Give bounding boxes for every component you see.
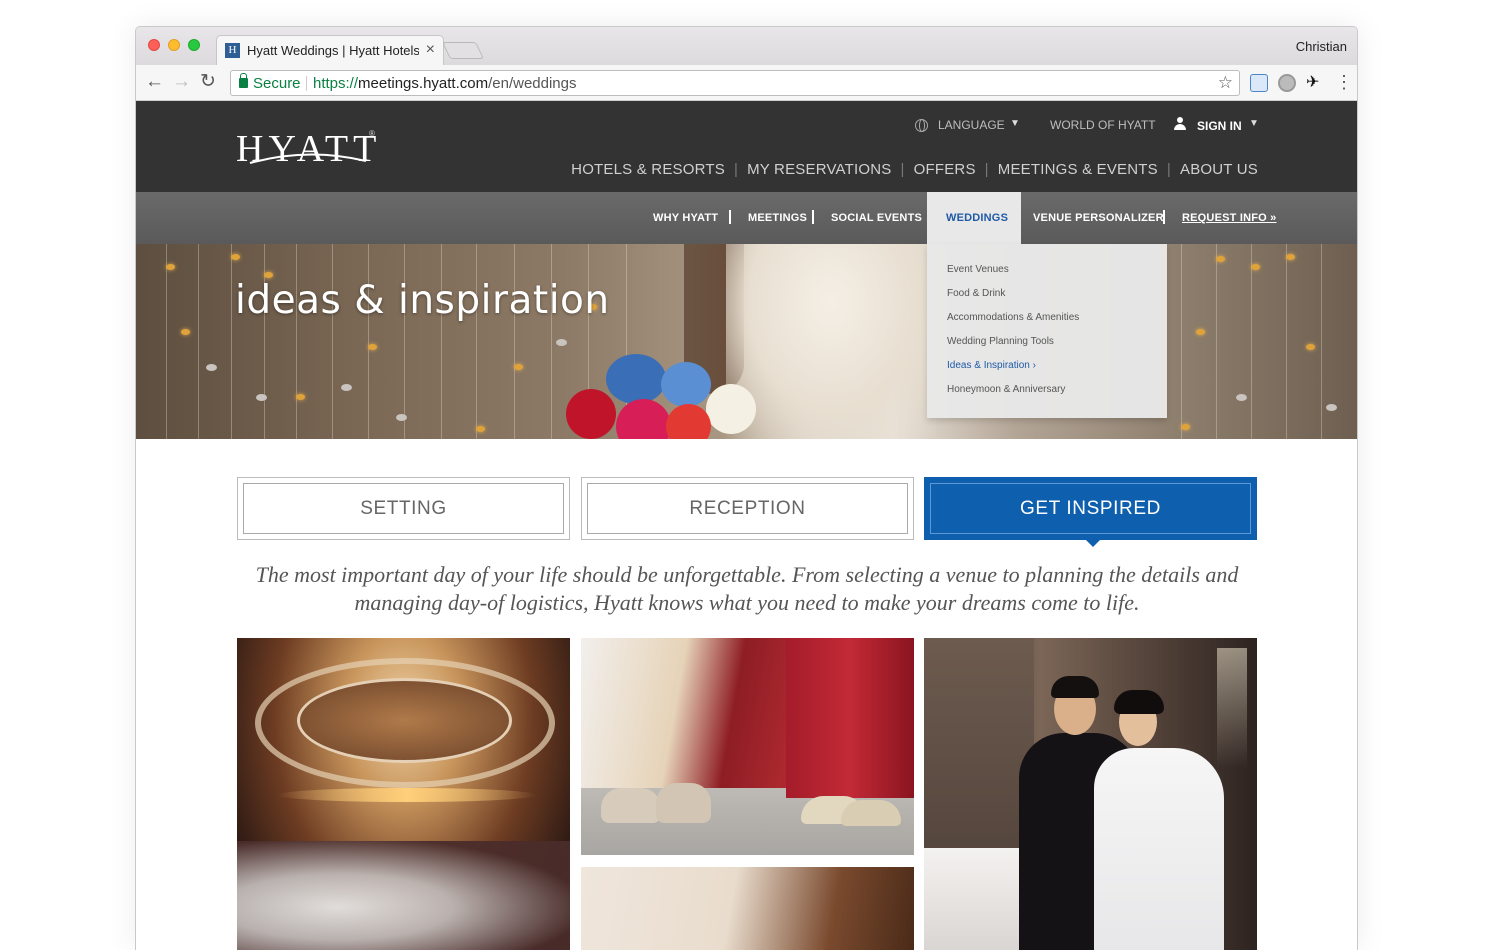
intro-text: The most important day of your life shou… <box>255 562 1239 615</box>
registered-mark: ® <box>369 129 375 138</box>
subnav-weddings-active[interactable]: WEDDINGS <box>927 192 1021 244</box>
dropdown-item-planning-tools[interactable]: Wedding Planning Tools <box>947 336 1167 360</box>
url-path: /en/weddings <box>488 75 577 92</box>
user-icon <box>1174 117 1186 130</box>
nav-divider: | <box>1166 161 1171 178</box>
url-host: meetings.hyatt.com <box>358 75 489 92</box>
dropdown-item-honeymoon[interactable]: Honeymoon & Anniversary <box>947 384 1167 408</box>
hero-banner: ideas & inspiration <box>136 244 1357 439</box>
tab-setting[interactable]: SETTING <box>237 477 570 540</box>
browser-menu-icon[interactable]: ⋮ <box>1335 72 1353 92</box>
hero-bouquet <box>566 344 756 439</box>
nav-offers[interactable]: OFFERS <box>914 161 976 178</box>
extension-icon[interactable]: ✈ <box>1306 74 1319 92</box>
bride-photo[interactable] <box>581 867 914 950</box>
reload-icon[interactable]: ↻ <box>200 71 216 93</box>
lock-icon <box>239 73 248 88</box>
url-scheme: https:// <box>313 75 359 92</box>
address-bar[interactable]: Secure https://meetings.hyatt.com/en/wed… <box>230 70 1240 96</box>
sub-nav: WHY HYATT MEETINGS SOCIAL EVENTS WEDDING… <box>136 192 1357 244</box>
dropdown-item-accommodations[interactable]: Accommodations & Amenities <box>947 312 1167 336</box>
bookmark-star-icon[interactable]: ☆ <box>1218 73 1233 93</box>
main-nav: HOTELS & RESORTS | MY RESERVATIONS | OFFERS |… <box>571 161 1258 178</box>
minimize-window-button[interactable] <box>168 39 180 51</box>
tab-reception-label: RECEPTION <box>587 483 908 534</box>
couple-photo[interactable] <box>924 638 1257 950</box>
tab-title: Hyatt Weddings | Hyatt Hotels <box>247 43 419 58</box>
subnav-social-events[interactable]: SOCIAL EVENTS <box>831 212 922 224</box>
tab-get-inspired[interactable]: GET INSPIRED <box>924 477 1257 547</box>
language-selector[interactable]: LANGUAGE <box>938 118 1005 132</box>
browser-tab-bar: H Hyatt Weddings | Hyatt Hotels × Christ… <box>136 27 1357 65</box>
nav-divider: | <box>733 161 739 178</box>
world-of-hyatt-link[interactable]: WORLD OF HYATT <box>1050 118 1156 132</box>
hyatt-favicon-icon: H <box>225 43 240 58</box>
browser-tab[interactable]: H Hyatt Weddings | Hyatt Hotels × <box>216 35 444 65</box>
hero-title: ideas & inspiration <box>235 278 610 323</box>
zoom-window-button[interactable] <box>188 39 200 51</box>
tab-reception[interactable]: RECEPTION <box>581 477 914 540</box>
dropdown-item-event-venues[interactable]: Event Venues <box>947 264 1167 288</box>
subnav-meetings[interactable]: MEETINGS <box>748 212 807 224</box>
sign-in-link[interactable]: SIGN IN <box>1197 119 1242 133</box>
subnav-request-info[interactable]: REQUEST INFO » <box>1182 212 1276 224</box>
address-separator <box>306 76 307 91</box>
subnav-why-hyatt[interactable]: WHY HYATT <box>653 212 718 224</box>
subnav-weddings[interactable]: WEDDINGS <box>946 212 1008 224</box>
globe-icon <box>915 119 928 132</box>
subnav-divider <box>729 210 731 224</box>
logo-swoosh-icon <box>249 153 367 164</box>
back-arrow-icon[interactable]: ← <box>145 71 164 93</box>
extension-icon[interactable] <box>1250 74 1268 92</box>
tab-get-inspired-label: GET INSPIRED <box>930 483 1251 534</box>
nav-divider: | <box>984 161 989 178</box>
extension-icon[interactable] <box>1278 74 1296 92</box>
profile-name[interactable]: Christian <box>1296 39 1347 54</box>
close-window-button[interactable] <box>148 39 160 51</box>
site-header: HYATT ® LANGUAGE ▼ WORLD OF HYATT SIGN I… <box>136 101 1357 192</box>
new-tab-button[interactable] <box>442 42 484 59</box>
hero-dress <box>726 244 936 439</box>
dropdown-item-food-drink[interactable]: Food & Drink <box>947 288 1167 312</box>
subnav-divider <box>1163 210 1165 224</box>
url-text[interactable]: https://meetings.hyatt.com/en/weddings <box>313 75 577 92</box>
nav-my-reservations[interactable]: MY RESERVATIONS <box>747 161 891 178</box>
wedding-shoes-photo[interactable] <box>581 638 914 855</box>
forward-arrow-icon[interactable]: → <box>172 71 191 93</box>
nav-divider: | <box>900 161 905 178</box>
nav-hotels-resorts[interactable]: HOTELS & RESORTS <box>571 161 725 178</box>
dropdown-item-ideas-inspiration[interactable]: Ideas & Inspiration › <box>947 360 1167 384</box>
caret-down-icon[interactable]: ▼ <box>1249 118 1259 129</box>
secure-label: Secure <box>253 75 301 92</box>
browser-window: H Hyatt Weddings | Hyatt Hotels × Christ… <box>135 26 1358 950</box>
caret-down-icon[interactable]: ▼ <box>1010 118 1020 129</box>
ballroom-photo[interactable] <box>237 638 570 950</box>
nav-meetings-events[interactable]: MEETINGS & EVENTS <box>998 161 1158 178</box>
subnav-venue-personalizer[interactable]: VENUE PERSONALIZER <box>1033 212 1164 224</box>
browser-toolbar: ← → ↻ Secure https://meetings.hyatt.com/… <box>136 65 1357 101</box>
weddings-dropdown-menu: Event Venues Food & Drink Accommodations… <box>927 244 1167 418</box>
tab-setting-label: SETTING <box>243 483 564 534</box>
subnav-divider <box>812 210 814 224</box>
close-tab-icon[interactable]: × <box>426 41 435 59</box>
nav-about-us[interactable]: ABOUT US <box>1180 161 1258 178</box>
